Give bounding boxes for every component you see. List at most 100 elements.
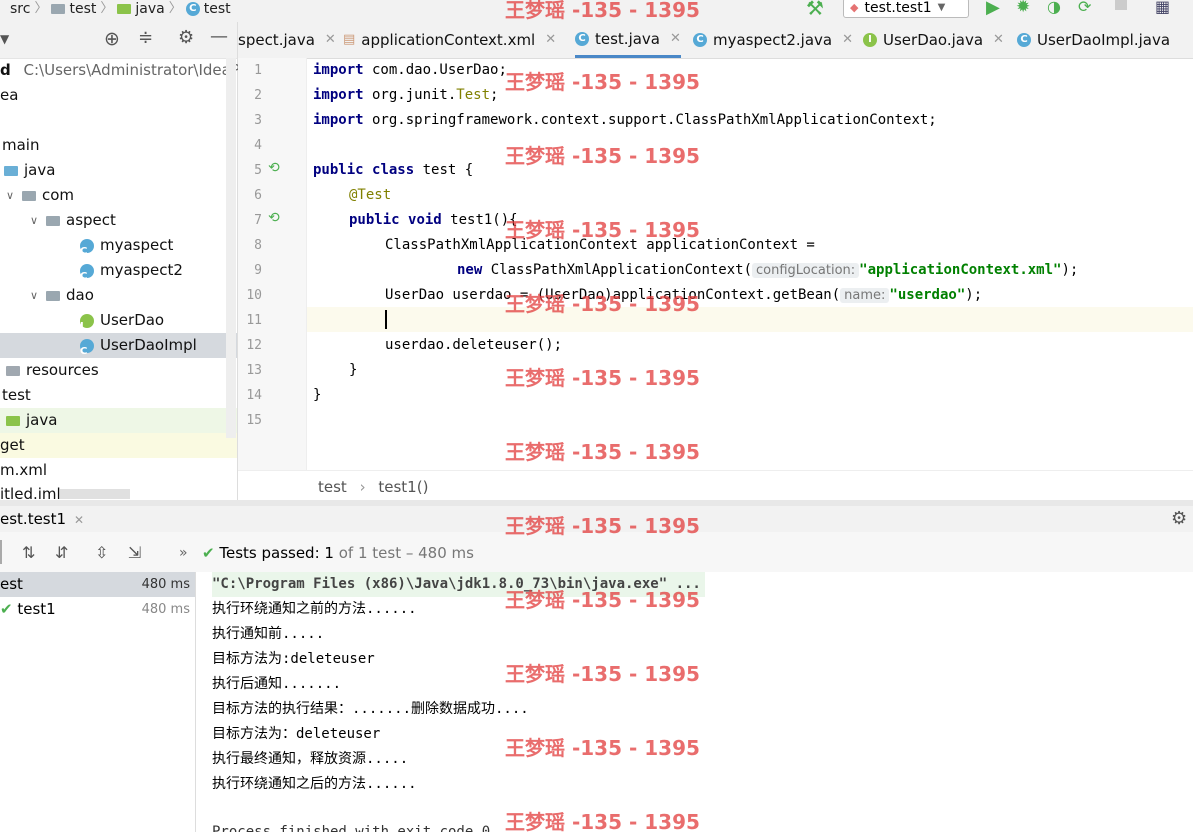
watermark: 王梦瑶 -135 - 1395 (505, 514, 700, 538)
test-status: ✔ Tests passed: 1 of 1 test – 480 ms (202, 544, 474, 562)
coverage-icon[interactable]: ◑ (1047, 0, 1061, 16)
expand-all-icon[interactable]: ⇳ (95, 543, 108, 562)
watermark: 王梦瑶 -135 - 1395 (505, 440, 700, 464)
collapse-all-icon[interactable]: ⇲ (128, 543, 141, 562)
tree-item-resources[interactable]: resources (0, 358, 237, 383)
locate-icon[interactable]: ⊕ (104, 28, 120, 50)
project-structure-icon[interactable]: ▦ (1155, 0, 1170, 16)
line-number: 13 (246, 363, 262, 378)
breadcrumb-class[interactable]: test (318, 478, 347, 496)
tree-item-myaspect2[interactable]: Cmyaspect2 (0, 258, 237, 283)
stop-icon[interactable] (1115, 0, 1127, 10)
tree-item-target[interactable]: get (0, 433, 237, 458)
line-number: 14 (246, 388, 262, 403)
run-gutter-icon[interactable]: ⟲ (268, 160, 280, 176)
close-icon[interactable]: ✕ (842, 22, 853, 58)
tree-item-aspect[interactable]: ∨ aspect (0, 208, 237, 233)
line-number: 11 (246, 313, 262, 328)
tree-item-userdao[interactable]: I UserDao (0, 308, 237, 333)
code-line-14[interactable]: } (313, 383, 321, 408)
tab-userdao[interactable]: I UserDao.java ✕ (863, 22, 1004, 58)
tree-item-dao[interactable]: ∨ dao (0, 283, 237, 308)
code-line-2[interactable]: import org.junit.Test; (313, 83, 498, 108)
close-icon[interactable]: ✕ (545, 22, 556, 58)
package-icon (46, 290, 60, 301)
test-suite-row[interactable]: est 480 ms (0, 572, 195, 597)
line-number: 4 (254, 138, 262, 153)
code-line-5[interactable]: public class test { (313, 158, 473, 183)
line-number: 1 (254, 63, 262, 78)
code-line-3[interactable]: import org.springframework.context.suppo… (313, 108, 937, 133)
dropdown-arrow-icon[interactable]: ▼ (0, 32, 9, 46)
line-number: 5 (254, 163, 262, 178)
tab-test[interactable]: Ctest.java ✕ (575, 22, 681, 58)
profile-icon[interactable]: ⟳ (1078, 0, 1091, 16)
class-icon: C (693, 33, 707, 47)
horizontal-scrollbar[interactable] (60, 489, 130, 499)
code-line-6[interactable]: @Test (349, 183, 391, 208)
tab-myaspect2[interactable]: Cmyaspect2.java ✕ (693, 22, 853, 58)
close-icon[interactable]: ✕ (670, 21, 681, 57)
gear-icon[interactable]: ⚙ (1171, 508, 1187, 529)
console-line: 执行通知前..... (212, 626, 325, 642)
tree-item-main[interactable]: main (0, 133, 237, 158)
tree-item-com[interactable]: ∨ com (0, 183, 237, 208)
run-gutter-icon[interactable]: ⟲ (268, 210, 280, 226)
tree-item-test[interactable]: test (0, 383, 237, 408)
breadcrumb-src[interactable]: src (10, 2, 30, 16)
test-case-row[interactable]: ✔ test1 480 ms (0, 597, 195, 622)
code-line-7[interactable]: public void test1(){ (349, 208, 518, 233)
interface-icon: I (863, 33, 877, 47)
tree-item-test-java[interactable]: java (0, 408, 237, 433)
run-icon[interactable]: ▶ (986, 0, 1000, 18)
watermark: 王梦瑶 -135 - 1395 (505, 0, 700, 22)
root-path: C:\Users\Administrator\IdeaPr (23, 61, 246, 79)
vertical-scrollbar[interactable] (226, 58, 236, 438)
breadcrumb-java[interactable]: java (135, 2, 164, 16)
chevron-right-icon: 〉 (100, 1, 114, 16)
tab-userdaoimpl[interactable]: C UserDaoImpl.java (1017, 22, 1170, 58)
close-icon[interactable]: ✕ (325, 22, 336, 58)
line-number: 8 (254, 238, 262, 253)
line-number: 12 (246, 338, 262, 353)
breadcrumb-method[interactable]: test1() (378, 478, 428, 496)
run-tab[interactable]: est.test1 ✕ (0, 506, 93, 534)
tree-item[interactable]: ea (0, 83, 237, 108)
line-number: 3 (254, 113, 262, 128)
code-line-13[interactable]: } (349, 358, 357, 383)
code-line-1[interactable]: import com.dao.UserDao; (313, 58, 507, 83)
tree-item-pom[interactable]: m.xml (0, 458, 237, 483)
run-config-label: test.test1 (864, 0, 932, 16)
status-count: 1 (324, 544, 334, 562)
minimize-icon[interactable]: — (210, 26, 228, 47)
tree-item-userdaoimpl[interactable]: C UserDaoImpl (0, 333, 237, 358)
close-icon[interactable]: ✕ (993, 22, 1004, 58)
chevron-down-icon: ▼ (937, 2, 946, 13)
code-line-9[interactable]: new ClassPathXmlApplicationContext(confi… (457, 258, 1078, 283)
gear-icon[interactable]: ⚙ (178, 27, 194, 48)
tree-item-myaspect[interactable]: Cmyaspect (0, 233, 237, 258)
chevron-down-icon: ∨ (30, 289, 39, 302)
line-number: 15 (246, 413, 262, 428)
status-detail: of 1 test – 480 ms (338, 544, 474, 562)
debug-icon[interactable]: ✹ (1016, 0, 1030, 17)
code-line-12[interactable]: userdao.deleteuser(); (385, 333, 562, 358)
tree-item-java[interactable]: java (0, 158, 237, 183)
line-number: 2 (254, 88, 262, 103)
console-line: 执行最终通知，释放资源..... (212, 751, 409, 767)
interface-icon: I (80, 313, 94, 332)
console-line: 执行环绕通知之后的方法...... (212, 776, 417, 792)
more-icon[interactable]: » (179, 545, 188, 561)
chevron-right-icon: › (359, 478, 366, 496)
run-config-select[interactable]: ◆ test.test1 ▼ (843, 0, 969, 18)
tree-root[interactable]: d C:\Users\Administrator\IdeaPr (0, 58, 246, 83)
breadcrumb-test[interactable]: test (69, 2, 96, 16)
build-icon[interactable]: ⚒ (806, 0, 824, 20)
sort-alpha-icon[interactable]: ⇅ (22, 543, 35, 562)
tab-applicationcontext[interactable]: ▤ applicationContext.xml ✕ (343, 22, 556, 58)
breadcrumb-class[interactable]: test (204, 2, 231, 16)
sort-duration-icon[interactable]: ⇵ (55, 543, 68, 562)
collapse-icon[interactable]: ≑ (138, 27, 153, 48)
tab-myaspect[interactable]: spect.java ✕ (238, 22, 336, 58)
close-icon[interactable]: ✕ (74, 513, 84, 527)
